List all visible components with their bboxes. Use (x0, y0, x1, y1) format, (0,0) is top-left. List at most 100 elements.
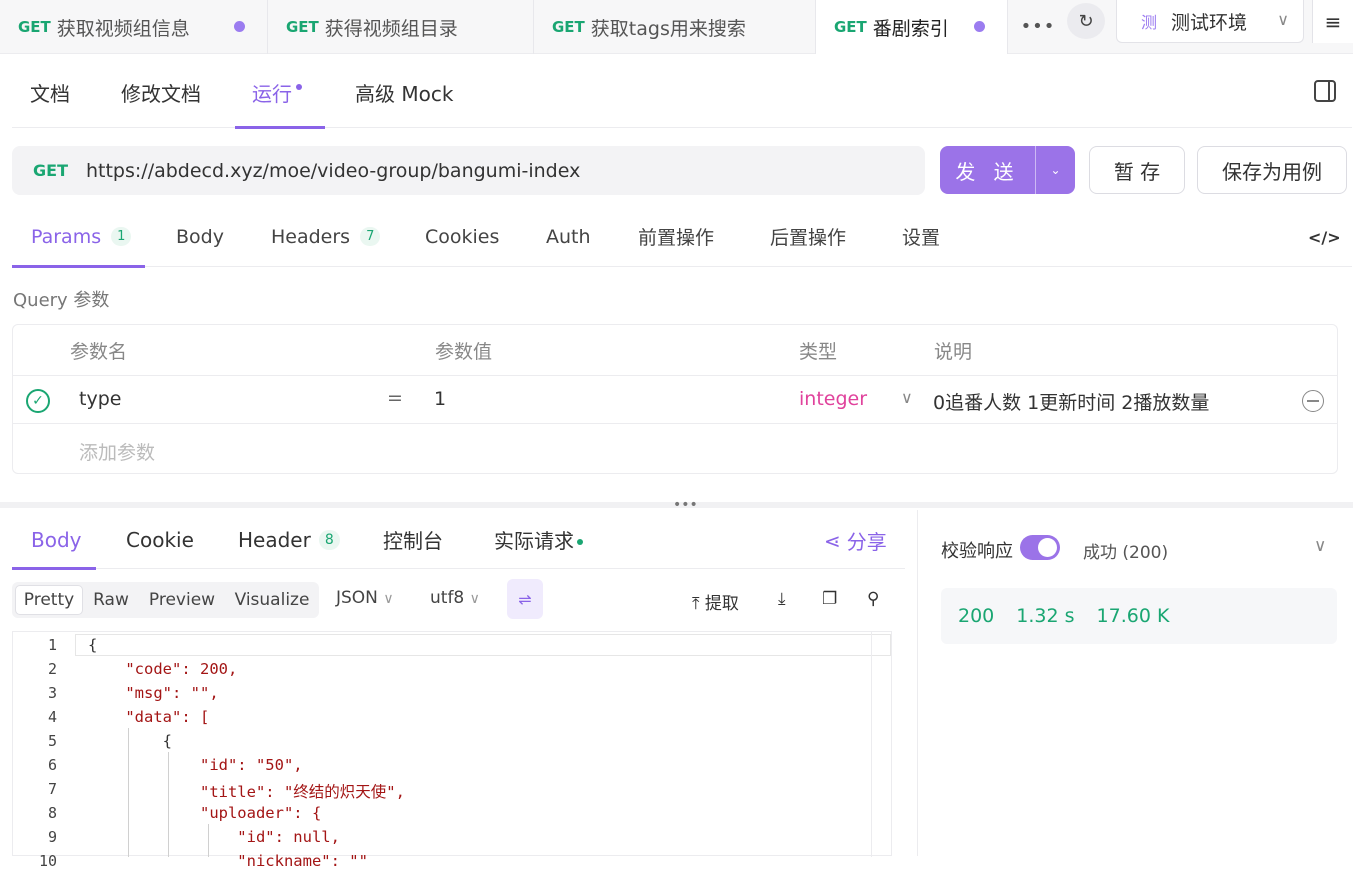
search-icon[interactable]: ⚲ (867, 589, 879, 609)
extract-button[interactable]: ⤒ 提取 (692, 589, 739, 614)
chevron-down-icon[interactable]: ⌄ (1036, 163, 1075, 177)
tab-post-ops[interactable]: 后置操作 (770, 206, 846, 267)
format-select[interactable]: JSON ∨ (336, 588, 394, 608)
tab-response-body[interactable]: Body (12, 510, 96, 570)
tab-label: 实际请求 (494, 529, 574, 553)
tab-label: Body (176, 225, 224, 248)
wrap-lines-icon[interactable]: ⇌ (507, 579, 543, 619)
temp-save-button[interactable]: 暂 存 (1089, 146, 1185, 194)
tab-console[interactable]: 控制台 (383, 510, 443, 569)
tab-label: Header (238, 527, 311, 552)
chevron-down-icon: ∨ (383, 591, 394, 607)
tab-title: 获得视频组目录 (324, 17, 458, 40)
add-param-input[interactable]: 添加参数 (79, 438, 155, 465)
tab-doc[interactable]: 文档 (30, 56, 70, 128)
tab-label: 修改文档 (121, 81, 201, 106)
tab-params[interactable]: Params 1 (12, 206, 145, 268)
tab-headers[interactable]: Headers 7 (271, 206, 381, 267)
enabled-check-icon[interactable]: ✓ (26, 389, 50, 413)
tab-label: 后置操作 (770, 227, 847, 249)
method-label: GET (552, 18, 585, 36)
refresh-icon[interactable]: ↻ (1067, 3, 1105, 39)
send-label[interactable]: 发 送 (940, 156, 1035, 185)
response-stats: 200 1.32 s 17.60 K (941, 588, 1337, 644)
line-number: 3 (47, 684, 57, 702)
environment-badge: 测 (1140, 13, 1157, 32)
tab-label: 控制台 (383, 529, 443, 553)
response-tabs: Body Cookie Header 8 控制台 实际请求 (12, 510, 905, 570)
send-button[interactable]: 发 送 ⌄ (940, 146, 1075, 194)
chevron-down-icon: ∨ (469, 591, 480, 607)
environment-selector[interactable]: 测 测试环境 ∨ (1116, 0, 1304, 43)
tab-cookies[interactable]: Cookies (425, 206, 499, 267)
menu-icon[interactable]: ≡ (1312, 0, 1353, 43)
code-icon[interactable]: </> (1308, 228, 1341, 247)
method-label[interactable]: GET (33, 161, 68, 180)
column-header: 参数名 (70, 340, 128, 363)
tab-auth[interactable]: Auth (546, 206, 591, 267)
status-code: 200 (958, 605, 995, 627)
tab-label: 运行 (252, 81, 292, 106)
chevron-down-icon[interactable]: ∨ (901, 388, 913, 407)
url-bar[interactable]: GET https://abdecd.xyz/moe/video-group/b… (12, 146, 925, 195)
view-preview[interactable]: Preview (144, 585, 220, 615)
tab-title: 获取tags用来搜索 (590, 17, 746, 40)
view-mode-switch: Pretty Raw Preview Visualize (12, 582, 319, 618)
encoding-select[interactable]: utf8 ∨ (430, 588, 480, 608)
line-number: 8 (47, 804, 57, 822)
divider (13, 423, 1337, 424)
download-icon[interactable]: ⤓ (778, 589, 786, 609)
scrollbar-track[interactable] (871, 632, 872, 857)
request-tab-active[interactable]: GET 番剧索引 (816, 0, 1008, 54)
copy-icon[interactable]: ❐ (822, 589, 837, 609)
share-button[interactable]: ⋖ 分享 (824, 526, 887, 555)
view-pretty[interactable]: Pretty (15, 585, 83, 615)
tab-label: Body (31, 527, 82, 552)
view-raw[interactable]: Raw (86, 585, 136, 615)
column-header: 参数值 (435, 340, 493, 363)
panel-splitter[interactable]: ••• (0, 497, 1353, 513)
response-code-editor[interactable]: 1 2 3 4 5 6 7 8 9 10 { "code": 200, "msg… (12, 631, 892, 870)
validate-response-label: 校验响应 (941, 541, 1013, 562)
param-value-input[interactable]: 1 (434, 388, 446, 410)
url-input[interactable]: https://abdecd.xyz/moe/video-group/bangu… (86, 160, 580, 182)
tab-run[interactable]: 运行 (235, 56, 325, 129)
line-number: 2 (47, 660, 57, 678)
request-tab[interactable]: GET 获取tags用来搜索 (534, 0, 816, 54)
tab-body[interactable]: Body (176, 206, 224, 267)
tab-edit-doc[interactable]: 修改文档 (121, 56, 201, 128)
extract-icon: ⤒ (692, 594, 700, 614)
tab-settings[interactable]: 设置 (902, 206, 940, 267)
query-params-label: Query 参数 (13, 290, 110, 311)
validate-toggle[interactable] (1020, 535, 1060, 560)
line-number: 4 (47, 708, 57, 726)
code-line: { (88, 732, 172, 750)
code-line: "data": [ (88, 708, 210, 726)
tab-actual-request[interactable]: 实际请求 (494, 510, 583, 569)
tab-response-header[interactable]: Header 8 (238, 510, 340, 569)
remove-param-icon[interactable] (1302, 390, 1324, 412)
chevron-down-icon[interactable]: ∨ (1314, 536, 1326, 556)
tab-label: Cookies (425, 225, 500, 248)
divider (13, 375, 1337, 376)
view-visualize[interactable]: Visualize (230, 585, 314, 615)
param-type-select[interactable]: integer (799, 388, 867, 410)
request-tab-bar: GET 获取视频组信息 GET 获得视频组目录 GET 获取tags用来搜索 G… (0, 0, 1353, 54)
tab-pre-ops[interactable]: 前置操作 (638, 206, 714, 267)
validate-status[interactable]: 成功 (200) (1083, 538, 1168, 563)
method-label: GET (834, 18, 867, 36)
code-line: "title": "终结的炽天使", (88, 783, 405, 801)
format-label: JSON (336, 588, 378, 608)
side-panel-icon[interactable] (1314, 80, 1336, 102)
param-desc-input[interactable]: 0追番人数 1更新时间 2播放数量 (933, 388, 1209, 415)
request-tab[interactable]: GET 获取视频组信息 (0, 0, 268, 54)
more-tabs-icon[interactable]: ••• (1020, 12, 1056, 40)
request-tab[interactable]: GET 获得视频组目录 (268, 0, 534, 54)
tab-label: 文档 (30, 81, 70, 106)
param-name-input[interactable]: type (79, 388, 121, 410)
save-as-case-button[interactable]: 保存为用例 (1197, 146, 1347, 194)
code-line: "id": null, (88, 828, 340, 846)
count-badge: 7 (360, 227, 381, 246)
tab-advanced-mock[interactable]: 高级 Mock (355, 56, 453, 128)
tab-response-cookie[interactable]: Cookie (126, 510, 194, 569)
